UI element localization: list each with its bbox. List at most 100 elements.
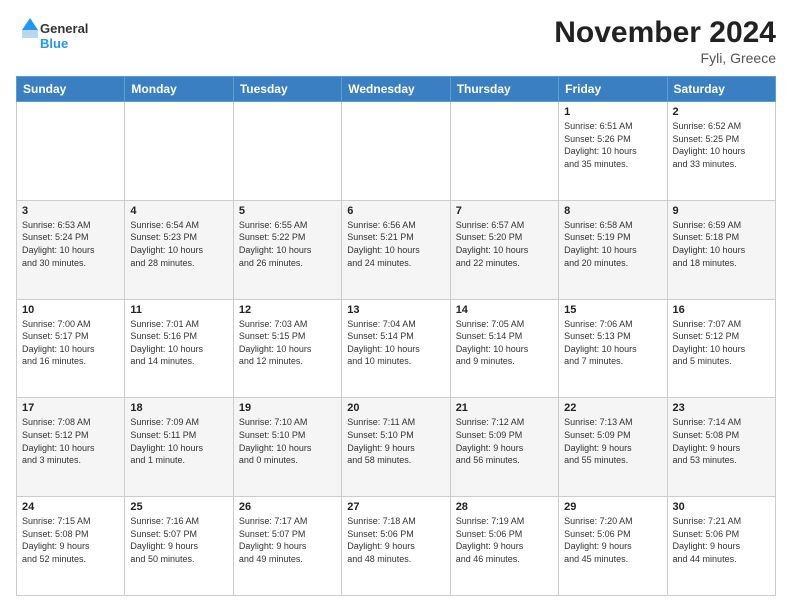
day-info: Sunrise: 7:08 AM Sunset: 5:12 PM Dayligh…: [22, 416, 119, 466]
col-wednesday: Wednesday: [342, 77, 450, 102]
day-info: Sunrise: 6:56 AM Sunset: 5:21 PM Dayligh…: [347, 219, 444, 269]
calendar-cell: 16Sunrise: 7:07 AM Sunset: 5:12 PM Dayli…: [667, 299, 775, 398]
calendar-cell: 12 Sunrise: 7:03 AM Sunset: 5:15 PM Dayli…: [233, 299, 341, 398]
col-sunday: Sunday: [17, 77, 125, 102]
day-number: 11: [130, 304, 227, 316]
day-number: 4: [130, 205, 227, 217]
day-info: Sunrise: 7:06 AM Sunset: 5:13 PM Dayligh…: [564, 318, 661, 368]
calendar-week-4: 24 Sunrise: 7:15 AM Sunset: 5:08 PM Dayli…: [17, 497, 776, 596]
calendar-cell: [450, 102, 558, 201]
calendar-header-row: Sunday Monday Tuesday Wednesday Thursday…: [17, 77, 776, 102]
day-number: 17: [22, 402, 119, 414]
calendar-cell: [125, 102, 233, 201]
calendar-week-1: 3 Sunrise: 6:53 AM Sunset: 5:24 PM Daylig…: [17, 200, 776, 299]
calendar-cell: 14 Sunrise: 7:05 AM Sunset: 5:14 PM Dayli…: [450, 299, 558, 398]
day-number: 21: [456, 402, 553, 414]
day-number: 12: [239, 304, 336, 316]
day-number: 22: [564, 402, 661, 414]
day-info: Sunrise: 7:18 AM Sunset: 5:06 PM Dayligh…: [347, 515, 444, 565]
day-info: Sunrise: 7:13 AM Sunset: 5:09 PM Dayligh…: [564, 416, 661, 466]
day-number: 9: [673, 205, 770, 217]
calendar-cell: 17 Sunrise: 7:08 AM Sunset: 5:12 PM Dayli…: [17, 398, 125, 497]
day-number: 23: [673, 402, 770, 414]
day-info: Sunrise: 6:53 AM Sunset: 5:24 PM Dayligh…: [22, 219, 119, 269]
calendar-cell: 26Sunrise: 7:17 AM Sunset: 5:07 PM Dayli…: [233, 497, 341, 596]
day-info: Sunrise: 6:55 AM Sunset: 5:22 PM Dayligh…: [239, 219, 336, 269]
calendar: Sunday Monday Tuesday Wednesday Thursday…: [16, 76, 776, 596]
main-title: November 2024: [554, 16, 776, 50]
calendar-cell: 4 Sunrise: 6:54 AM Sunset: 5:23 PM Daylig…: [125, 200, 233, 299]
calendar-cell: 1 Sunrise: 6:51 AM Sunset: 5:26 PM Daylig…: [559, 102, 667, 201]
subtitle: Fyli, Greece: [554, 50, 776, 66]
day-info: Sunrise: 7:03 AM Sunset: 5:15 PM Dayligh…: [239, 318, 336, 368]
calendar-cell: 22 Sunrise: 7:13 AM Sunset: 5:09 PM Dayli…: [559, 398, 667, 497]
calendar-cell: 20 Sunrise: 7:11 AM Sunset: 5:10 PM Dayli…: [342, 398, 450, 497]
col-tuesday: Tuesday: [233, 77, 341, 102]
calendar-cell: 27 Sunrise: 7:18 AM Sunset: 5:06 PM Dayli…: [342, 497, 450, 596]
day-info: Sunrise: 6:58 AM Sunset: 5:19 PM Dayligh…: [564, 219, 661, 269]
calendar-cell: 24 Sunrise: 7:15 AM Sunset: 5:08 PM Dayli…: [17, 497, 125, 596]
calendar-week-2: 10Sunrise: 7:00 AM Sunset: 5:17 PM Dayli…: [17, 299, 776, 398]
day-info: Sunrise: 7:11 AM Sunset: 5:10 PM Dayligh…: [347, 416, 444, 466]
day-number: 24: [22, 501, 119, 513]
col-monday: Monday: [125, 77, 233, 102]
day-info: Sunrise: 6:57 AM Sunset: 5:20 PM Dayligh…: [456, 219, 553, 269]
calendar-cell: 25 Sunrise: 7:16 AM Sunset: 5:07 PM Dayli…: [125, 497, 233, 596]
day-number: 29: [564, 501, 661, 513]
day-number: 25: [130, 501, 227, 513]
day-number: 3: [22, 205, 119, 217]
day-number: 7: [456, 205, 553, 217]
calendar-cell: 6 Sunrise: 6:56 AM Sunset: 5:21 PM Daylig…: [342, 200, 450, 299]
day-number: 20: [347, 402, 444, 414]
calendar-cell: 7 Sunrise: 6:57 AM Sunset: 5:20 PM Daylig…: [450, 200, 558, 299]
calendar-cell: 10Sunrise: 7:00 AM Sunset: 5:17 PM Dayli…: [17, 299, 125, 398]
calendar-cell: 2 Sunrise: 6:52 AM Sunset: 5:25 PM Daylig…: [667, 102, 775, 201]
day-number: 10: [22, 304, 119, 316]
calendar-cell: 28 Sunrise: 7:19 AM Sunset: 5:06 PM Dayli…: [450, 497, 558, 596]
day-info: Sunrise: 6:51 AM Sunset: 5:26 PM Dayligh…: [564, 120, 661, 170]
calendar-cell: 18Sunrise: 7:09 AM Sunset: 5:11 PM Dayli…: [125, 398, 233, 497]
day-info: Sunrise: 7:15 AM Sunset: 5:08 PM Dayligh…: [22, 515, 119, 565]
day-number: 6: [347, 205, 444, 217]
calendar-cell: 29 Sunrise: 7:20 AM Sunset: 5:06 PM Dayli…: [559, 497, 667, 596]
day-info: Sunrise: 7:12 AM Sunset: 5:09 PM Dayligh…: [456, 416, 553, 466]
calendar-cell: 5 Sunrise: 6:55 AM Sunset: 5:22 PM Daylig…: [233, 200, 341, 299]
day-number: 27: [347, 501, 444, 513]
calendar-cell: 15Sunrise: 7:06 AM Sunset: 5:13 PM Dayli…: [559, 299, 667, 398]
logo: General Blue: [16, 16, 106, 56]
day-number: 13: [347, 304, 444, 316]
svg-text:General: General: [40, 21, 88, 36]
day-info: Sunrise: 6:52 AM Sunset: 5:25 PM Dayligh…: [673, 120, 770, 170]
day-info: Sunrise: 7:04 AM Sunset: 5:14 PM Dayligh…: [347, 318, 444, 368]
day-info: Sunrise: 7:10 AM Sunset: 5:10 PM Dayligh…: [239, 416, 336, 466]
day-info: Sunrise: 7:21 AM Sunset: 5:06 PM Dayligh…: [673, 515, 770, 565]
calendar-cell: [17, 102, 125, 201]
calendar-cell: 23Sunrise: 7:14 AM Sunset: 5:08 PM Dayli…: [667, 398, 775, 497]
day-number: 5: [239, 205, 336, 217]
calendar-cell: 13 Sunrise: 7:04 AM Sunset: 5:14 PM Dayli…: [342, 299, 450, 398]
calendar-cell: [233, 102, 341, 201]
calendar-cell: 30Sunrise: 7:21 AM Sunset: 5:06 PM Dayli…: [667, 497, 775, 596]
day-info: Sunrise: 7:20 AM Sunset: 5:06 PM Dayligh…: [564, 515, 661, 565]
header: General Blue November 2024 Fyli, Greece: [16, 16, 776, 66]
calendar-cell: 19Sunrise: 7:10 AM Sunset: 5:10 PM Dayli…: [233, 398, 341, 497]
day-info: Sunrise: 7:19 AM Sunset: 5:06 PM Dayligh…: [456, 515, 553, 565]
day-number: 14: [456, 304, 553, 316]
day-info: Sunrise: 7:17 AM Sunset: 5:07 PM Dayligh…: [239, 515, 336, 565]
day-number: 1: [564, 106, 661, 118]
calendar-cell: 21 Sunrise: 7:12 AM Sunset: 5:09 PM Dayli…: [450, 398, 558, 497]
day-number: 2: [673, 106, 770, 118]
calendar-cell: 3 Sunrise: 6:53 AM Sunset: 5:24 PM Daylig…: [17, 200, 125, 299]
day-info: Sunrise: 7:05 AM Sunset: 5:14 PM Dayligh…: [456, 318, 553, 368]
day-info: Sunrise: 7:07 AM Sunset: 5:12 PM Dayligh…: [673, 318, 770, 368]
day-number: 28: [456, 501, 553, 513]
calendar-cell: 8Sunrise: 6:58 AM Sunset: 5:19 PM Daylig…: [559, 200, 667, 299]
col-friday: Friday: [559, 77, 667, 102]
day-info: Sunrise: 6:54 AM Sunset: 5:23 PM Dayligh…: [130, 219, 227, 269]
col-saturday: Saturday: [667, 77, 775, 102]
calendar-cell: 11 Sunrise: 7:01 AM Sunset: 5:16 PM Dayli…: [125, 299, 233, 398]
col-thursday: Thursday: [450, 77, 558, 102]
day-info: Sunrise: 6:59 AM Sunset: 5:18 PM Dayligh…: [673, 219, 770, 269]
day-info: Sunrise: 7:16 AM Sunset: 5:07 PM Dayligh…: [130, 515, 227, 565]
day-info: Sunrise: 7:01 AM Sunset: 5:16 PM Dayligh…: [130, 318, 227, 368]
